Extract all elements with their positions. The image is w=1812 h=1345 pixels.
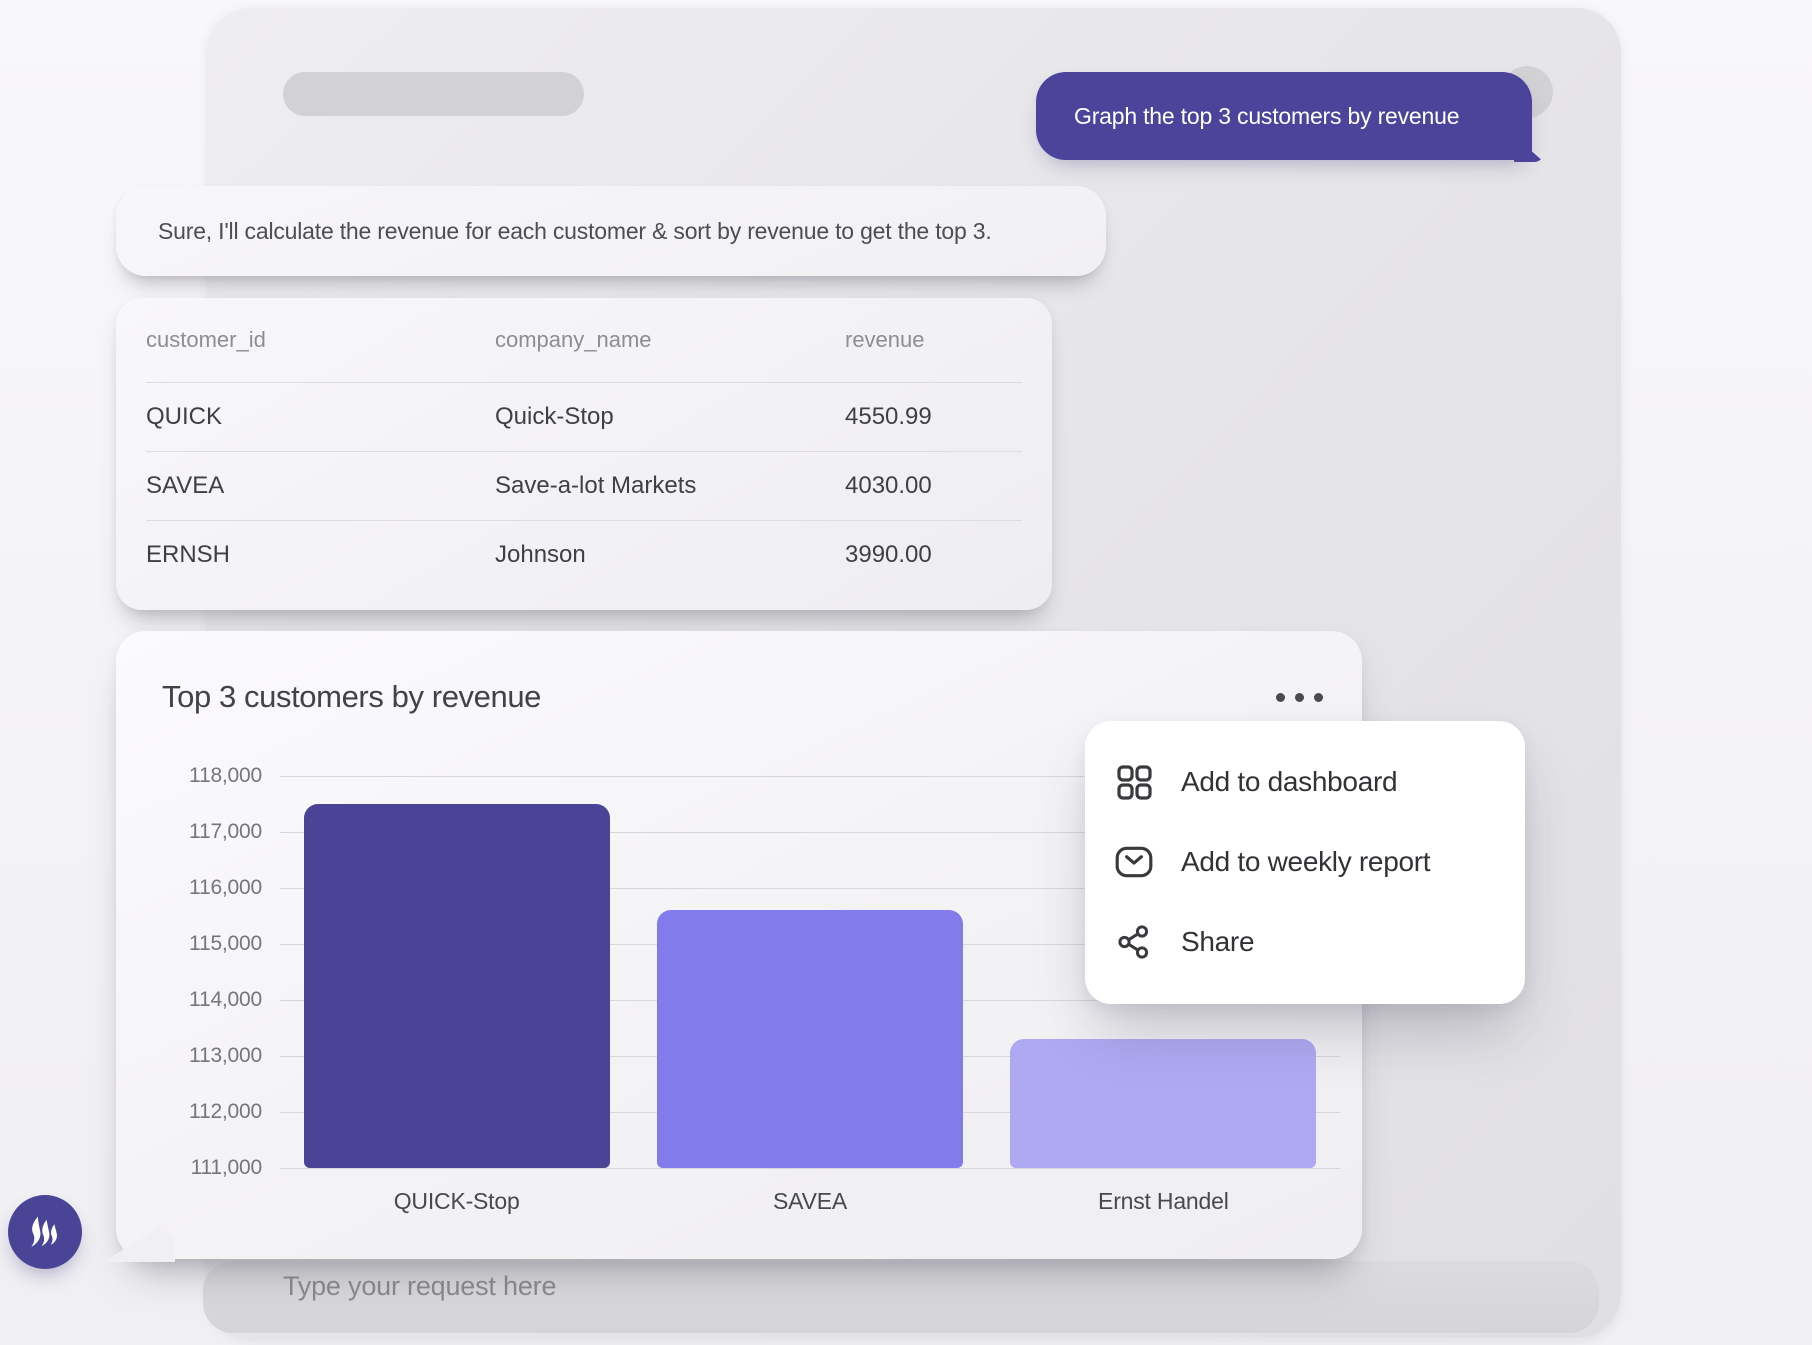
cell-customer-id: QUICK: [146, 403, 495, 431]
bar-SAVEA[interactable]: [657, 910, 963, 1168]
user-message-text: Graph the top 3 customers by revenue: [1074, 103, 1459, 130]
cell-revenue: 4030.00: [845, 472, 1022, 500]
skeleton-placeholder-pill: [283, 72, 584, 116]
cell-company-name: Quick-Stop: [495, 403, 845, 431]
gridline: [280, 1168, 1340, 1169]
menu-item-share[interactable]: Share: [1113, 902, 1525, 982]
chat-input[interactable]: [203, 1261, 1599, 1333]
dashboard-grid-icon: [1113, 761, 1155, 803]
assistant-message-bubble: Sure, I'll calculate the revenue for eac…: [116, 186, 1106, 276]
column-header-customer-id: customer_id: [146, 327, 495, 353]
bar-QUICK-Stop[interactable]: [304, 804, 610, 1168]
menu-item-label: Add to dashboard: [1181, 766, 1397, 798]
x-tick-label: SAVEA: [773, 1188, 847, 1215]
menu-item-add-to-dashboard[interactable]: Add to dashboard: [1113, 742, 1525, 822]
menu-item-add-to-weekly-report[interactable]: Add to weekly report: [1113, 822, 1525, 902]
chart-y-axis-labels: 118,000117,000116,000115,000114,000113,0…: [142, 776, 262, 1168]
chart-card-tail: [103, 1228, 175, 1262]
table-header-row: customer_id company_name revenue: [146, 298, 1022, 382]
menu-item-label: Share: [1181, 926, 1254, 958]
cell-customer-id: SAVEA: [146, 472, 495, 500]
y-tick-label: 112,000: [189, 1100, 262, 1124]
chart-context-menu: Add to dashboard Add to weekly report Sh…: [1085, 721, 1525, 1004]
cell-revenue: 4550.99: [845, 403, 1022, 431]
bar-Ernst Handel[interactable]: [1010, 1039, 1316, 1168]
assistant-message-text: Sure, I'll calculate the revenue for eac…: [158, 218, 992, 245]
cell-customer-id: ERNSH: [146, 541, 495, 569]
column-header-revenue: revenue: [845, 327, 1022, 353]
kebab-menu-icon[interactable]: [1276, 693, 1323, 702]
x-tick-label: QUICK-Stop: [394, 1188, 520, 1215]
y-tick-label: 111,000: [191, 1156, 262, 1180]
menu-item-label: Add to weekly report: [1181, 846, 1430, 878]
y-tick-label: 113,000: [189, 1044, 262, 1068]
table-row: QUICK Quick-Stop 4550.99: [146, 382, 1022, 451]
chart-title: Top 3 customers by revenue: [162, 679, 541, 715]
share-nodes-icon: [1113, 921, 1155, 963]
column-header-company-name: company_name: [495, 327, 845, 353]
cell-company-name: Save-a-lot Markets: [495, 472, 845, 500]
user-message-bubble: Graph the top 3 customers by revenue: [1036, 72, 1532, 160]
y-tick-label: 115,000: [189, 932, 262, 956]
chat-input-bar: [203, 1261, 1599, 1333]
flame-icon: [23, 1210, 67, 1254]
table-row: ERNSH Johnson 3990.00: [146, 520, 1022, 589]
table-row: SAVEA Save-a-lot Markets 4030.00: [146, 451, 1022, 520]
y-tick-label: 116,000: [189, 876, 262, 900]
result-table-card: customer_id company_name revenue QUICK Q…: [116, 298, 1052, 610]
y-tick-label: 117,000: [189, 820, 262, 844]
x-tick-label: Ernst Handel: [1098, 1188, 1229, 1215]
cell-company-name: Johnson: [495, 541, 845, 569]
flame-logo: [8, 1195, 82, 1269]
envelope-icon: [1113, 841, 1155, 883]
y-tick-label: 118,000: [189, 764, 262, 788]
y-tick-label: 114,000: [189, 988, 262, 1012]
cell-revenue: 3990.00: [845, 541, 1022, 569]
